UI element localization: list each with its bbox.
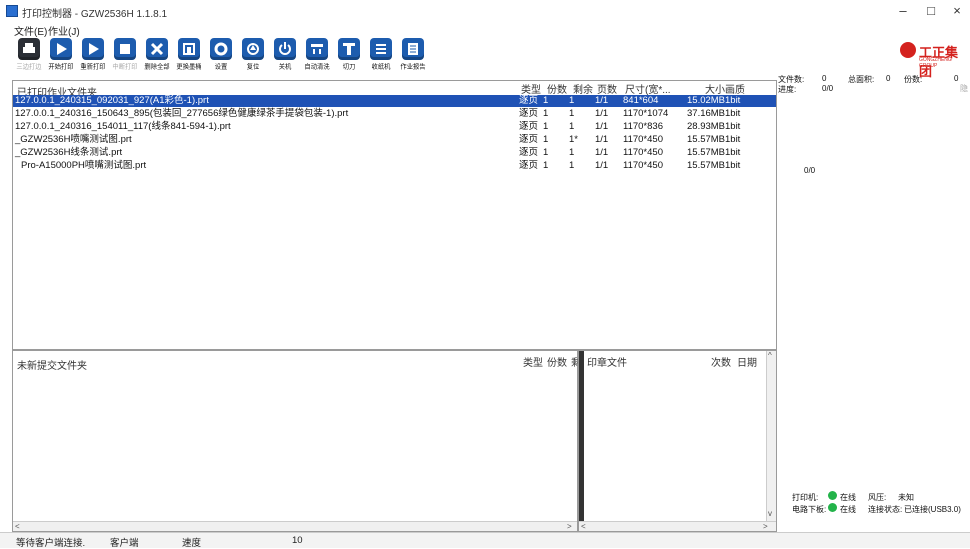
delete-all-button[interactable]: 删除全部 — [142, 36, 172, 72]
print-files-header: 印章文件 — [587, 358, 627, 369]
brand-logo: 工正集团 GONGZHENG GROUP — [900, 40, 970, 79]
stats-panel: 文件数: 0 总面积: 0 份数: 0 进度: 0/0 隐 0/0 打印机: 在… — [778, 74, 968, 514]
title-bar: 打印控制器 - GZW2536H 1.1.8.1 – □ × — [0, 0, 970, 22]
col-dimensions[interactable]: 尺寸(宽*... — [625, 81, 671, 96]
splitter-handle[interactable] — [579, 351, 584, 521]
cutter-icon — [338, 38, 360, 60]
delete-icon — [146, 38, 168, 60]
new-files-panel: 未新提交文件夹 类型 份数 剩 < > — [12, 350, 581, 532]
col-type[interactable]: 类型 — [521, 81, 541, 96]
printer-status: 在线 — [840, 493, 856, 502]
progress-value: 0/0 — [822, 84, 834, 93]
copies-count: 0 — [954, 74, 959, 83]
print-files-panel: 印章文件 次数 日期 ^ v < > — [578, 350, 777, 532]
start-print-button[interactable]: 开始打印 — [46, 36, 76, 72]
col-size[interactable]: 大小 — [705, 81, 725, 96]
scroll-right-icon[interactable]: > — [763, 522, 768, 531]
board-status: 在线 — [840, 505, 856, 514]
col-remain[interactable]: 剩余 — [573, 81, 593, 96]
status-bar: 等待客户端连接. 客户端 速度 10 — [0, 532, 970, 549]
maximize-button[interactable]: □ — [920, 2, 942, 20]
replay-icon — [82, 38, 104, 60]
minimize-button[interactable]: – — [892, 2, 914, 20]
stop-icon — [114, 38, 136, 60]
new-col-type[interactable]: 类型 — [523, 354, 543, 369]
printed-jobs-panel: 已打印作业文件夹 类型 份数 剩余 页数 尺寸(宽*... 大小 画质 127.… — [12, 80, 777, 350]
job-report-button[interactable]: 作业报告 — [398, 36, 428, 72]
status-speed-value: 10 — [292, 535, 303, 546]
shutdown-button[interactable]: 关机 — [270, 36, 300, 72]
wind-pressure: 未知 — [898, 493, 914, 502]
reset-button[interactable]: 复位 — [238, 36, 268, 72]
new-col-copies[interactable]: 份数 — [547, 354, 567, 369]
scroll-right-icon[interactable]: > — [567, 522, 572, 531]
scroll-left-icon[interactable]: < — [581, 522, 586, 531]
job-row[interactable]: 127.0.0.1_240316_154011_117(线条841-594-1)… — [13, 121, 776, 133]
stop-print-button[interactable]: 中断打印 — [110, 36, 140, 72]
job-row[interactable]: 127.0.0.1_240316_150643_895(包装回_277656绿色… — [13, 108, 776, 120]
home-icon — [242, 38, 264, 60]
settings-button[interactable]: 设置 — [206, 36, 236, 72]
printer-icon — [18, 38, 40, 60]
col-pages[interactable]: 页数 — [597, 81, 617, 96]
status-client: 客户端 — [110, 538, 139, 549]
gear-icon — [210, 38, 232, 60]
report-icon — [402, 38, 424, 60]
job-row[interactable]: _GZW2536H线条测试.prt 逐页 1 1 1/1 1170*450 15… — [13, 147, 776, 159]
job-row[interactable]: 127.0.0.1_240315_092031_927(A1彩色-1).prt … — [13, 95, 776, 107]
board-status-dot-icon — [828, 503, 837, 512]
brand-mark-icon — [900, 42, 916, 58]
new-files-hscroll[interactable]: < > — [13, 521, 577, 531]
print-files-hscroll[interactable]: < > — [579, 521, 776, 531]
power-icon — [274, 38, 296, 60]
job-row[interactable]: _GZW2536H喷嘴测试图.prt 逐页 1 1* 1/1 1170*450 … — [13, 134, 776, 146]
scroll-down-icon[interactable]: v — [768, 509, 772, 518]
winder-button[interactable]: 收纸机 — [366, 36, 396, 72]
winder-icon — [370, 38, 392, 60]
print-col-date[interactable]: 日期 — [737, 354, 757, 369]
auto-clean-button[interactable]: 自动清洗 — [302, 36, 332, 72]
col-quality[interactable]: 画质 — [725, 81, 745, 96]
col-copies[interactable]: 份数 — [547, 81, 567, 96]
printer-button[interactable]: 三边打边 — [14, 36, 44, 72]
extra-progress: 0/0 — [804, 166, 816, 175]
connection-status: 已连接(USB3.0) — [904, 505, 961, 514]
menu-bar: 文件(E) 作业(J) — [0, 22, 970, 38]
ink-icon — [178, 38, 200, 60]
clean-icon — [306, 38, 328, 60]
new-files-header: 未新提交文件夹 — [17, 361, 87, 372]
cutter-button[interactable]: 切刀 — [334, 36, 364, 72]
print-col-count[interactable]: 次数 — [711, 354, 731, 369]
printer-status-dot-icon — [828, 491, 837, 500]
hidden-tag: 隐 — [960, 84, 968, 93]
scroll-up-icon[interactable]: ^ — [768, 351, 772, 360]
window-title: 打印控制器 - GZW2536H 1.1.8.1 — [22, 9, 168, 20]
app-icon — [6, 5, 18, 17]
play-icon — [50, 38, 72, 60]
change-ink-button[interactable]: 更换墨桶 — [174, 36, 204, 72]
close-button[interactable]: × — [946, 2, 968, 20]
status-message: 等待客户端连接. — [16, 538, 86, 549]
status-speed-label: 速度 — [182, 538, 202, 549]
job-row[interactable]: Pro-A15000PH喷嘴测试图.prt 逐页 1 1 1/1 1170*45… — [13, 160, 776, 172]
print-files-vscroll[interactable]: ^ v — [766, 351, 776, 521]
reprint-button[interactable]: 重新打印 — [78, 36, 108, 72]
total-area: 0 — [886, 74, 891, 83]
file-count: 0 — [822, 74, 827, 83]
scroll-left-icon[interactable]: < — [15, 522, 20, 531]
toolbar: 三边打边 开始打印 重新打印 中断打印 删除全部 更换墨桶 设置 复位 关机 自… — [0, 36, 970, 74]
